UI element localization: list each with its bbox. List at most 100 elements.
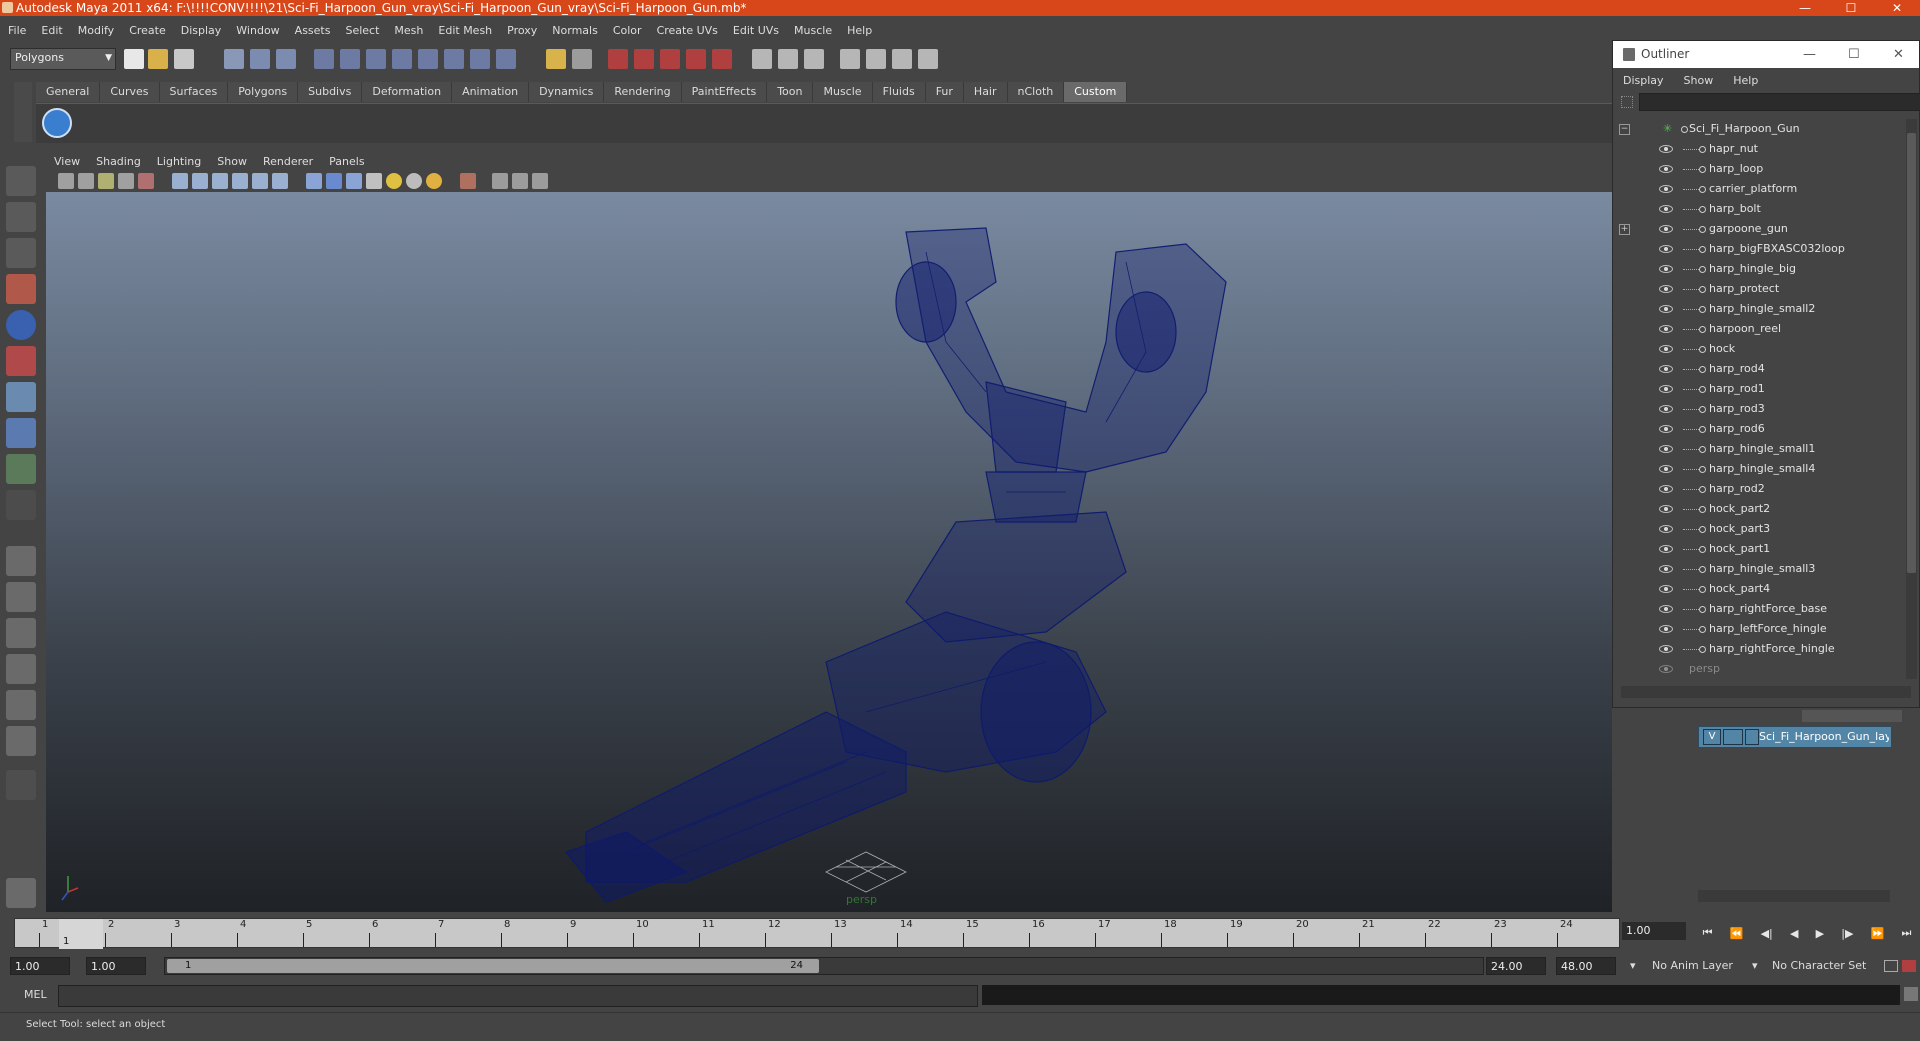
range-slider[interactable]: 1 24 [164, 957, 1484, 975]
film-gate-icon[interactable] [192, 173, 208, 189]
tab-hair[interactable]: Hair [963, 82, 1008, 102]
layer-editor-icon[interactable] [866, 49, 886, 69]
xray-joints-icon[interactable] [512, 173, 528, 189]
move-tool-icon[interactable] [6, 274, 36, 304]
outliner-root-item[interactable]: − ✳ Sci_Fi_Harpoon_Gun [1613, 119, 1905, 139]
list-item[interactable]: harp_hingle_big [1613, 259, 1905, 279]
show-manipulator-icon[interactable] [6, 454, 36, 484]
field-chart-icon[interactable] [252, 173, 268, 189]
open-scene-icon[interactable] [148, 49, 168, 69]
ui-toggle-icon[interactable] [918, 49, 938, 69]
save-scene-icon[interactable] [174, 49, 194, 69]
vp-menu-show[interactable]: Show [209, 155, 255, 168]
outliner-menu-display[interactable]: Display [1613, 74, 1674, 87]
input-output-icon[interactable] [546, 49, 566, 69]
new-scene-icon[interactable] [124, 49, 144, 69]
menu-edit[interactable]: Edit [33, 24, 69, 37]
step-back-frame-button[interactable]: ◀| [1761, 927, 1773, 940]
minimize-button[interactable]: — [1782, 0, 1828, 16]
image-plane-icon[interactable] [118, 173, 134, 189]
menu-modify[interactable]: Modify [70, 24, 121, 37]
vp-menu-renderer[interactable]: Renderer [255, 155, 321, 168]
perspective-viewport[interactable]: persp [46, 192, 1612, 912]
menu-assets[interactable]: Assets [287, 24, 338, 37]
help-icon[interactable] [496, 49, 516, 69]
select-object-icon[interactable] [250, 49, 270, 69]
tab-animation[interactable]: Animation [452, 82, 530, 102]
gate-mask-icon[interactable] [232, 173, 248, 189]
smooth-shading-icon[interactable] [326, 173, 342, 189]
animation-end-field[interactable]: 48.00 [1556, 957, 1616, 975]
menu-create[interactable]: Create [121, 24, 173, 37]
lasso-tool-icon[interactable] [6, 202, 36, 232]
outliner-maximize-button[interactable]: ☐ [1848, 41, 1860, 68]
tab-fur[interactable]: Fur [925, 82, 964, 102]
current-frame-marker[interactable]: 1 [59, 919, 103, 949]
tab-dynamics[interactable]: Dynamics [529, 82, 605, 102]
snap-view-plane-icon[interactable] [392, 49, 412, 69]
tab-polygons[interactable]: Polygons [228, 82, 299, 102]
list-item[interactable]: harp_loop [1613, 159, 1905, 179]
resolution-gate-icon[interactable] [212, 173, 228, 189]
playback-start-field[interactable]: 1.00 [86, 957, 146, 975]
mel-label[interactable]: MEL [24, 988, 47, 1001]
tab-fluids[interactable]: Fluids [872, 82, 926, 102]
list-item[interactable]: harpoon_reel [1613, 319, 1905, 339]
list-item[interactable]: hock_part3 [1613, 519, 1905, 539]
playback-end-field[interactable]: 24.00 [1486, 957, 1546, 975]
tab-muscle[interactable]: Muscle [813, 82, 873, 102]
list-item[interactable]: harp_leftForce_hingle [1613, 619, 1905, 639]
key-icon[interactable] [1884, 960, 1898, 972]
select-component-icon[interactable] [276, 49, 296, 69]
list-item[interactable]: hock_part2 [1613, 499, 1905, 519]
default-light-icon[interactable] [386, 173, 402, 189]
expand-icon[interactable]: + [1619, 224, 1630, 235]
go-to-start-button[interactable]: ⏮ [1703, 926, 1713, 940]
paint-select-tool-icon[interactable] [6, 238, 36, 268]
snap-grid-icon[interactable] [314, 49, 334, 69]
hypershade-icon[interactable] [686, 49, 706, 69]
list-item[interactable]: harp_protect [1613, 279, 1905, 299]
shadows-icon[interactable] [426, 173, 442, 189]
menu-window[interactable]: Window [228, 24, 286, 37]
grease-pencil-icon[interactable] [138, 173, 154, 189]
tab-curves[interactable]: Curves [100, 82, 160, 102]
list-item[interactable]: hock_part1 [1613, 539, 1905, 559]
script-editor-icon[interactable] [1904, 987, 1918, 1001]
close-button[interactable]: ✕ [1874, 0, 1920, 16]
menu-muscle[interactable]: Muscle [786, 24, 839, 37]
list-item[interactable]: harp_bolt [1613, 199, 1905, 219]
tab-custom[interactable]: Custom [1064, 82, 1128, 102]
menu-file[interactable]: File [0, 24, 33, 37]
menu-color[interactable]: Color [605, 24, 649, 37]
vp-menu-lighting[interactable]: Lighting [149, 155, 209, 168]
rotate-tool-icon[interactable] [6, 310, 36, 340]
range-slider-thumb[interactable]: 1 24 [167, 959, 819, 973]
camera-select-icon[interactable] [58, 173, 74, 189]
toggle-panel-icon[interactable] [752, 49, 772, 69]
maximize-button[interactable]: ☐ [1828, 0, 1874, 16]
wire-on-shaded-icon[interactable] [346, 173, 362, 189]
list-item[interactable]: harp_hingle_small2 [1613, 299, 1905, 319]
current-frame-field[interactable]: 1.00 [1622, 922, 1686, 940]
list-item[interactable]: harp_rod1 [1613, 379, 1905, 399]
layer-visibility-toggle[interactable]: V [1703, 729, 1721, 745]
list-item[interactable]: harp_rightForce_hingle [1613, 639, 1905, 659]
construction-history-icon[interactable] [572, 49, 592, 69]
tab-rendering[interactable]: Rendering [604, 82, 682, 102]
list-item[interactable]: harp_rightForce_base [1613, 599, 1905, 619]
snap-curve-icon[interactable] [340, 49, 360, 69]
command-input[interactable] [58, 985, 978, 1007]
shelf-handle[interactable] [14, 82, 32, 142]
list-item[interactable]: hapr_nut [1613, 139, 1905, 159]
select-hierarchy-icon[interactable] [224, 49, 244, 69]
textured-icon[interactable] [366, 173, 382, 189]
ipr-render-icon[interactable] [634, 49, 654, 69]
checkmark-shelf-icon[interactable] [42, 108, 72, 138]
hypershade-layout-icon[interactable] [6, 690, 36, 720]
menu-mesh[interactable]: Mesh [386, 24, 430, 37]
outliner-camera-item[interactable]: persp [1613, 659, 1905, 679]
tab-general[interactable]: General [36, 82, 101, 102]
single-pane-layout-icon[interactable] [6, 546, 36, 576]
list-item[interactable]: harp_hingle_small3 [1613, 559, 1905, 579]
